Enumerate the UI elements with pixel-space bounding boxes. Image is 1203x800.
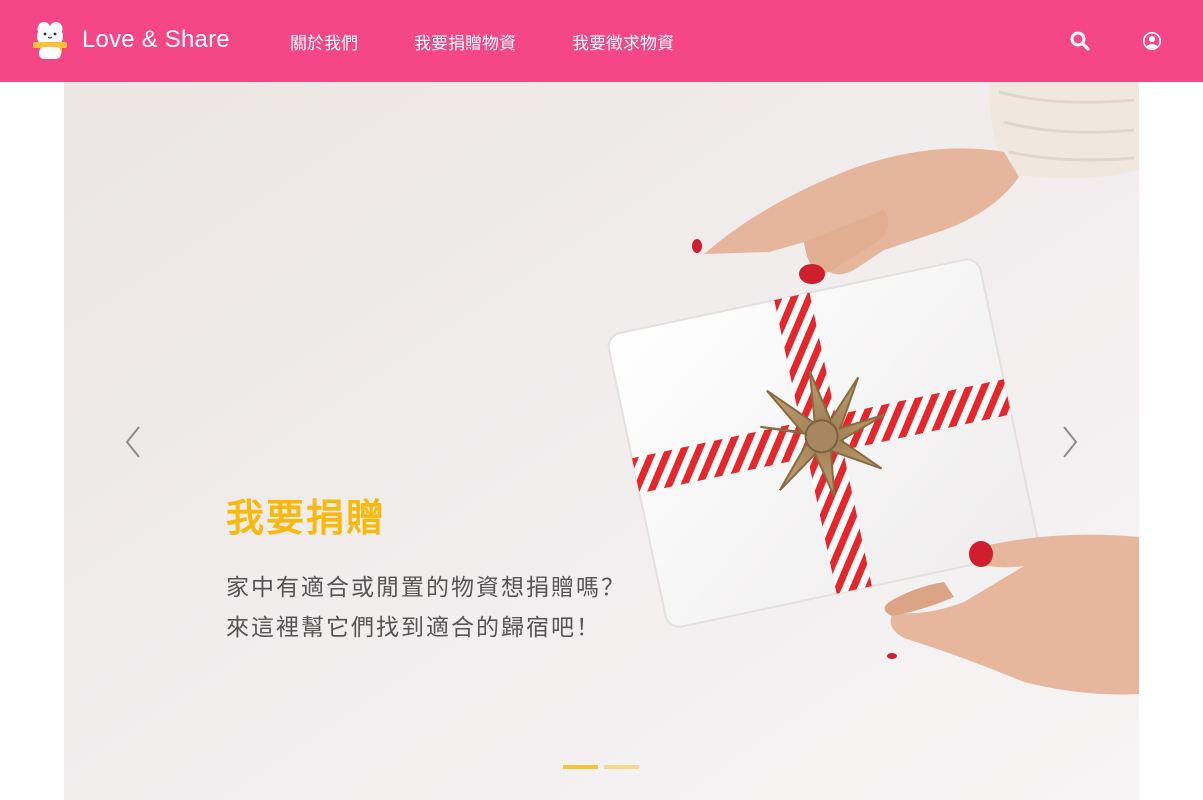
gift-handover-photo <box>64 82 1139 800</box>
main-nav: 關於我們 我要捐贈物資 我要徵求物資 <box>290 0 730 82</box>
nav-link-about[interactable]: 關於我們 <box>290 29 358 54</box>
carousel-indicators <box>563 765 645 769</box>
user-icon[interactable] <box>1141 30 1163 52</box>
slide-description: 家中有適合或閒置的物資想捐贈嗎？ 來這裡幫它們找到適合的歸宿吧！ <box>226 568 626 648</box>
slide-description-line-2: 來這裡幫它們找到適合的歸宿吧！ <box>226 615 601 641</box>
chevron-left-icon[interactable] <box>119 422 149 462</box>
slide-caption: 我要捐贈 家中有適合或閒置的物資想捐贈嗎？ 來這裡幫它們找到適合的歸宿吧！ <box>226 487 626 648</box>
nav-link-request[interactable]: 我要徵求物資 <box>572 29 674 54</box>
chevron-right-icon[interactable] <box>1054 422 1084 462</box>
brand-name: Love & Share <box>82 26 230 53</box>
search-icon[interactable] <box>1069 30 1091 52</box>
top-navbar: Love & Share 關於我們 我要捐贈物資 我要徵求物資 <box>0 0 1203 82</box>
slide-description-line-1: 家中有適合或閒置的物資想捐贈嗎？ <box>226 575 626 601</box>
nav-link-donate[interactable]: 我要捐贈物資 <box>414 29 516 54</box>
carousel-indicator-1[interactable] <box>563 765 598 769</box>
carousel-indicator-2[interactable] <box>604 765 639 769</box>
snowman-logo-icon <box>33 22 67 59</box>
hero-carousel: 我要捐贈 家中有適合或閒置的物資想捐贈嗎？ 來這裡幫它們找到適合的歸宿吧！ <box>64 82 1139 800</box>
slide-title: 我要捐贈 <box>226 496 387 540</box>
brand-link[interactable]: Love & Share <box>32 20 230 60</box>
